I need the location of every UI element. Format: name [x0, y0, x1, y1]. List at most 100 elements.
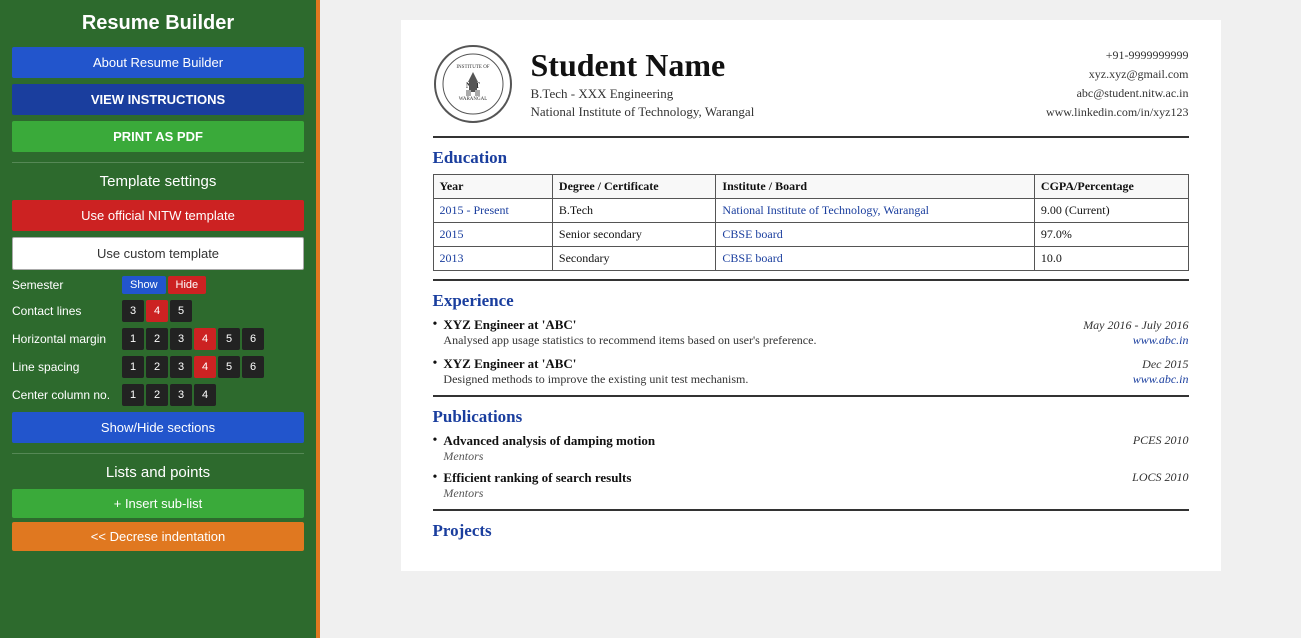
exp-bullet-row: • XYZ Engineer at 'ABC' Dec 2015 Designe…: [433, 356, 1189, 387]
edu-cgpa: 10.0: [1034, 247, 1188, 271]
semester-hide-button[interactable]: Hide: [168, 276, 207, 294]
table-row: 2013 Secondary CBSE board 10.0: [433, 247, 1188, 271]
edu-year: 2013: [433, 247, 552, 271]
pub-title: Advanced analysis of damping motion: [443, 433, 655, 449]
insert-sublist-button[interactable]: + Insert sub-list: [12, 489, 304, 518]
pub-title: Efficient ranking of search results: [443, 470, 631, 486]
edu-institute: National Institute of Technology, Warang…: [716, 199, 1035, 223]
horizontal-margin-control: Horizontal margin 1 2 3 4 5 6: [12, 328, 304, 350]
center-column-control: Center column no. 1 2 3 4: [12, 384, 304, 406]
student-degree: B.Tech - XXX Engineering: [531, 86, 1046, 102]
linespacing-num-2[interactable]: 2: [146, 356, 168, 378]
edu-year: 2015: [433, 223, 552, 247]
show-hide-sections-button[interactable]: Show/Hide sections: [12, 412, 304, 443]
contact-lines-control: Contact lines 3 4 5: [12, 300, 304, 322]
resume-contact: +91-9999999999 xyz.xyz@gmail.com abc@stu…: [1046, 46, 1189, 123]
centercol-num-1[interactable]: 1: [122, 384, 144, 406]
centercol-num-4[interactable]: 4: [194, 384, 216, 406]
print-pdf-button[interactable]: PRINT AS PDF: [12, 121, 304, 152]
resume-page: INSTITUTE OF WARANGAL NIT Student Name B…: [401, 20, 1221, 571]
exp-title: XYZ Engineer at 'ABC': [443, 317, 576, 333]
edu-col-cgpa: CGPA/Percentage: [1034, 175, 1188, 199]
edu-degree: B.Tech: [552, 199, 716, 223]
hmargin-num-5[interactable]: 5: [218, 328, 240, 350]
projects-divider: [433, 509, 1189, 511]
exp-link: www.abc.in: [1133, 372, 1189, 387]
official-template-button[interactable]: Use official NITW template: [12, 200, 304, 231]
line-spacing-label: Line spacing: [12, 360, 122, 374]
edu-degree: Senior secondary: [552, 223, 716, 247]
edu-col-year: Year: [433, 175, 552, 199]
pub-venue: LOCS 2010: [1132, 470, 1188, 486]
student-name: Student Name: [531, 48, 1046, 83]
publication-item: • Advanced analysis of damping motion PC…: [433, 433, 1189, 464]
exp-title-row: XYZ Engineer at 'ABC' Dec 2015: [443, 356, 1188, 372]
divider-1: [12, 162, 304, 163]
linespacing-num-4[interactable]: 4: [194, 356, 216, 378]
lists-section-title: Lists and points: [12, 464, 304, 481]
exp-bullet-row: • XYZ Engineer at 'ABC' May 2016 - July …: [433, 317, 1189, 348]
centercol-num-2[interactable]: 2: [146, 384, 168, 406]
pub-title-row: Efficient ranking of search results LOCS…: [443, 470, 1188, 486]
pub-bullet-row: • Efficient ranking of search results LO…: [433, 470, 1189, 501]
template-settings-title: Template settings: [12, 173, 304, 190]
pub-venue: PCES 2010: [1133, 433, 1189, 449]
pub-authors: Mentors: [443, 486, 1188, 501]
bullet-icon: •: [433, 356, 438, 387]
hmargin-num-4[interactable]: 4: [194, 328, 216, 350]
publications-list: • Advanced analysis of damping motion PC…: [433, 433, 1189, 501]
edu-institute: CBSE board: [716, 223, 1035, 247]
education-table: Year Degree / Certificate Institute / Bo…: [433, 174, 1189, 271]
exp-date: Dec 2015: [1142, 357, 1188, 372]
about-button[interactable]: About Resume Builder: [12, 47, 304, 78]
contact-num-4[interactable]: 4: [146, 300, 168, 322]
divider-2: [12, 453, 304, 454]
institute-logo: INSTITUTE OF WARANGAL NIT: [433, 44, 513, 124]
bullet-icon: •: [433, 433, 438, 464]
resume-area: INSTITUTE OF WARANGAL NIT Student Name B…: [320, 0, 1301, 638]
contact-email1: xyz.xyz@gmail.com: [1046, 65, 1189, 84]
edu-cgpa: 97.0%: [1034, 223, 1188, 247]
sidebar: Resume Builder About Resume Builder VIEW…: [0, 0, 320, 638]
hmargin-num-1[interactable]: 1: [122, 328, 144, 350]
resume-name-block: Student Name B.Tech - XXX Engineering Na…: [531, 48, 1046, 119]
contact-num-3[interactable]: 3: [122, 300, 144, 322]
hmargin-num-2[interactable]: 2: [146, 328, 168, 350]
instructions-button[interactable]: VIEW INSTRUCTIONS: [12, 84, 304, 115]
semester-show-button[interactable]: Show: [122, 276, 166, 294]
bullet-icon: •: [433, 317, 438, 348]
edu-col-institute: Institute / Board: [716, 175, 1035, 199]
table-row: 2015 Senior secondary CBSE board 97.0%: [433, 223, 1188, 247]
experience-divider: [433, 279, 1189, 281]
pub-title-row: Advanced analysis of damping motion PCES…: [443, 433, 1188, 449]
linespacing-num-1[interactable]: 1: [122, 356, 144, 378]
contact-num-5[interactable]: 5: [170, 300, 192, 322]
custom-template-button[interactable]: Use custom template: [12, 237, 304, 270]
experience-list: • XYZ Engineer at 'ABC' May 2016 - July …: [433, 317, 1189, 387]
svg-text:WARANGAL: WARANGAL: [458, 97, 487, 102]
experience-item: • XYZ Engineer at 'ABC' May 2016 - July …: [433, 317, 1189, 348]
table-row: 2015 - Present B.Tech National Institute…: [433, 199, 1188, 223]
exp-desc-row: Designed methods to improve the existing…: [443, 372, 1188, 387]
edu-institute: CBSE board: [716, 247, 1035, 271]
decrease-indent-button[interactable]: << Decrese indentation: [12, 522, 304, 551]
experience-section-title: Experience: [433, 291, 1189, 311]
linespacing-num-6[interactable]: 6: [242, 356, 264, 378]
svg-text:INSTITUTE OF: INSTITUTE OF: [456, 65, 489, 70]
edu-degree: Secondary: [552, 247, 716, 271]
centercol-num-3[interactable]: 3: [170, 384, 192, 406]
edu-cgpa: 9.00 (Current): [1034, 199, 1188, 223]
student-institute: National Institute of Technology, Warang…: [531, 104, 1046, 120]
exp-link: www.abc.in: [1133, 333, 1189, 348]
publications-divider: [433, 395, 1189, 397]
bullet-icon: •: [433, 470, 438, 501]
edu-year: 2015 - Present: [433, 199, 552, 223]
pub-bullet-row: • Advanced analysis of damping motion PC…: [433, 433, 1189, 464]
semester-control: Semester Show Hide: [12, 276, 304, 294]
hmargin-num-3[interactable]: 3: [170, 328, 192, 350]
hmargin-num-6[interactable]: 6: [242, 328, 264, 350]
exp-date: May 2016 - July 2016: [1083, 318, 1188, 333]
linespacing-num-5[interactable]: 5: [218, 356, 240, 378]
exp-desc: Designed methods to improve the existing…: [443, 372, 748, 387]
linespacing-num-3[interactable]: 3: [170, 356, 192, 378]
